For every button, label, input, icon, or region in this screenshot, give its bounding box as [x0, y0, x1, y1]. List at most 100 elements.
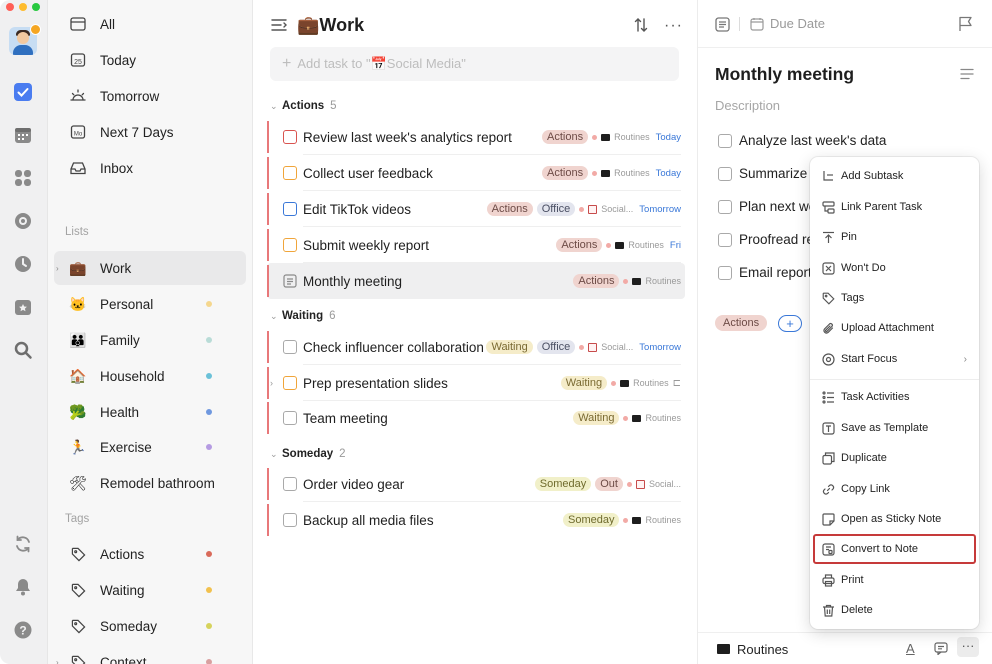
more-options-icon[interactable]: ···	[664, 17, 683, 35]
task-checkbox[interactable]	[283, 202, 297, 216]
sidebar-tag-actions[interactable]: Actions	[54, 537, 246, 571]
sort-icon[interactable]	[634, 17, 648, 36]
menu-item-wont-do[interactable]: Won't Do	[810, 254, 979, 282]
task-checkbox[interactable]	[283, 130, 297, 144]
close-window-button[interactable]	[6, 3, 14, 11]
sidebar-item-exercise[interactable]: 🏃 Exercise	[54, 430, 246, 464]
calendar-star-icon[interactable]	[12, 296, 34, 318]
sidebar-item-work[interactable]: › 💼 Work	[54, 251, 246, 285]
sidebar-item-household[interactable]: 🏠 Household	[54, 359, 246, 393]
task-row[interactable]: Team meeting Waiting Routines	[267, 400, 685, 436]
subtask-checkbox[interactable]	[718, 133, 732, 148]
task-row[interactable]: Check influencer collaboration Waiting O…	[267, 329, 685, 365]
task-checkbox[interactable]	[283, 166, 297, 180]
add-tag-button[interactable]: +	[778, 315, 802, 332]
project-selector[interactable]: Routines	[737, 642, 788, 657]
lists-section-header[interactable]: Lists	[65, 226, 89, 238]
text-format-icon[interactable]: A	[906, 641, 915, 656]
task-row[interactable]: Submit weekly report Actions Routines Fr…	[267, 227, 685, 263]
sidebar-item-all[interactable]: All	[54, 7, 246, 41]
zoom-window-button[interactable]	[32, 3, 40, 11]
task-checkbox[interactable]	[283, 238, 297, 252]
sidebar-item-next-7-days[interactable]: Mo Next 7 Days	[54, 115, 246, 149]
sidebar-tag-waiting[interactable]: Waiting	[54, 573, 246, 607]
habit-icon[interactable]	[12, 253, 34, 275]
bell-icon[interactable]	[12, 576, 34, 598]
menu-item-copy-link[interactable]: Copy Link	[810, 475, 979, 503]
expand-chevron-icon[interactable]: ›	[270, 378, 273, 388]
sync-icon[interactable]	[12, 533, 34, 555]
subtask-item[interactable]: Plan next we	[718, 199, 816, 214]
comment-icon[interactable]	[934, 642, 948, 658]
task-row[interactable]: Review last week's analytics report Acti…	[267, 119, 685, 155]
add-task-input[interactable]: + Add task to "📅Social Media"	[270, 47, 679, 81]
minimize-window-button[interactable]	[19, 3, 27, 11]
menu-item-duplicate[interactable]: Duplicate	[810, 444, 979, 472]
menu-item-convert-to-note[interactable]: Convert to Note	[813, 534, 976, 564]
menu-item-pin[interactable]: Pin	[810, 223, 979, 251]
menu-item-save-as-template[interactable]: Save as Template	[810, 414, 979, 442]
tag-icon	[66, 655, 90, 664]
detail-tag-badge[interactable]: Actions	[715, 315, 768, 331]
sidebar-item-inbox[interactable]: Inbox	[54, 151, 246, 185]
menu-item-print[interactable]: Print	[810, 566, 979, 594]
calendar-icon[interactable]	[12, 124, 34, 146]
task-row[interactable]: Backup all media files Someday Routines	[267, 502, 685, 538]
menu-item-upload-attachment[interactable]: Upload Attachment	[810, 314, 979, 342]
group-header-actions[interactable]: ⌄ Actions 5	[270, 100, 337, 112]
sidebar-item-personal[interactable]: 🐱 Personal	[54, 287, 246, 321]
menu-item-tags[interactable]: Tags	[810, 284, 979, 312]
subtask-checkbox[interactable]	[718, 199, 732, 214]
chevron-right-icon[interactable]: ›	[56, 658, 59, 664]
sidebar-toggle-icon[interactable]	[271, 18, 287, 35]
more-actions-button[interactable]: ···	[957, 637, 979, 657]
task-checkbox[interactable]	[283, 477, 297, 491]
description-field[interactable]: Description	[715, 98, 780, 113]
matrix-icon[interactable]	[12, 167, 34, 189]
sidebar-item-today[interactable]: 25 Today	[54, 43, 246, 77]
menu-item-delete[interactable]: Delete	[810, 596, 979, 624]
tags-section-header[interactable]: Tags	[65, 513, 89, 525]
task-row[interactable]: Edit TikTok videos Actions Office Social…	[267, 191, 685, 227]
checkbox-icon[interactable]	[715, 17, 730, 35]
menu-item-start-focus[interactable]: Start Focus ›	[810, 345, 979, 373]
note-icon[interactable]	[283, 274, 297, 288]
sidebar-item-remodel-bathroom[interactable]: 🛠 Remodel bathroom	[54, 466, 246, 500]
task-row[interactable]: Order video gear Someday Out Social...	[267, 466, 685, 502]
sidebar-tag-someday[interactable]: Someday	[54, 609, 246, 643]
tag-color-dot	[206, 587, 212, 593]
task-checkbox[interactable]	[283, 376, 297, 390]
sidebar-item-tomorrow[interactable]: Tomorrow	[54, 79, 246, 113]
menu-item-open-as-sticky-note[interactable]: Open as Sticky Note	[810, 505, 979, 533]
subtask-checkbox[interactable]	[718, 265, 732, 280]
task-row[interactable]: › Prep presentation slides Waiting Routi…	[267, 365, 685, 401]
menu-item-task-activities[interactable]: Task Activities	[810, 383, 979, 411]
sidebar-tag-context[interactable]: › Context	[54, 645, 246, 664]
subtask-item[interactable]: Email report	[718, 265, 812, 280]
group-header-waiting[interactable]: ⌄ Waiting 6	[270, 310, 336, 322]
due-date-button[interactable]: Due Date	[750, 16, 825, 31]
subtask-item[interactable]: Proofread re	[718, 232, 814, 247]
task-checkbox[interactable]	[283, 513, 297, 527]
tasks-icon[interactable]	[12, 81, 34, 103]
focus-icon[interactable]	[12, 210, 34, 232]
menu-item-add-subtask[interactable]: Add Subtask	[810, 162, 979, 190]
task-checkbox[interactable]	[283, 411, 297, 425]
task-checkbox[interactable]	[283, 340, 297, 354]
subtask-checkbox[interactable]	[718, 166, 732, 181]
subtask-checkbox[interactable]	[718, 232, 732, 247]
chevron-right-icon[interactable]: ›	[56, 264, 59, 273]
menu-item-link-parent-task[interactable]: Link Parent Task	[810, 193, 979, 221]
task-row[interactable]: Collect user feedback Actions Routines T…	[267, 155, 685, 191]
sidebar-item-health[interactable]: 🥦 Health	[54, 395, 246, 429]
subtask-item[interactable]: Summarize t	[718, 166, 815, 181]
subtask-item[interactable]: Analyze last week's data	[718, 133, 886, 148]
group-header-someday[interactable]: ⌄ Someday 2	[270, 448, 346, 460]
search-icon[interactable]	[12, 339, 34, 361]
help-icon[interactable]: ?	[12, 619, 34, 641]
detail-task-title[interactable]: Monthly meeting	[715, 64, 854, 85]
flag-icon[interactable]	[958, 16, 973, 35]
sidebar-item-family[interactable]: 👪 Family	[54, 323, 246, 357]
list-format-icon[interactable]	[960, 68, 974, 83]
task-row-selected[interactable]: Monthly meeting Actions Routines	[267, 263, 685, 299]
